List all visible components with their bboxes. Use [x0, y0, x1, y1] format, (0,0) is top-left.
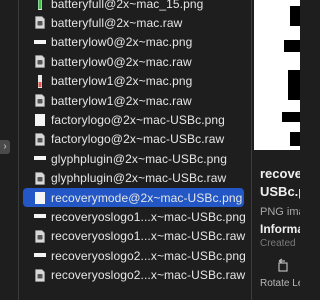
raw-document-icon	[29, 52, 51, 71]
file-name: batterylow0@2x~mac.raw	[51, 54, 192, 69]
white-square-thumbnail-icon	[29, 110, 51, 129]
file-row[interactable]: batterylow1@2x~mac.raw	[19, 91, 245, 110]
file-row[interactable]: factorylogo@2x~mac-USBc.raw	[19, 130, 245, 149]
preview-kind: PNG ima	[260, 206, 300, 218]
file-row[interactable]: batterylow0@2x~mac.raw	[19, 52, 245, 71]
file-row[interactable]: recoveryoslogo2...x~mac-USBc.raw	[19, 266, 245, 285]
rotate-left-icon	[276, 258, 290, 277]
file-name: factorylogo@2x~mac-USBc.raw	[51, 132, 225, 147]
sidebar-strip: ›	[0, 0, 19, 300]
file-row[interactable]: glyphplugin@2x~mac-USBc.png	[19, 149, 245, 168]
file-name: recoveryoslogo1...x~mac-USBc.raw	[51, 229, 246, 244]
file-row[interactable]: batterylow1@2x~mac.png	[19, 72, 245, 91]
file-list: batteryfull@2x~mac_15.png batteryfull@2x~…	[19, 0, 251, 300]
file-row[interactable]: batterylow0@2x~mac.png	[19, 33, 245, 52]
raw-document-icon	[29, 13, 51, 32]
file-row[interactable]: batteryfull@2x~mac_15.png	[19, 0, 245, 13]
raw-document-icon	[29, 169, 51, 188]
file-name: glyphplugin@2x~mac-USBc.png	[51, 151, 227, 166]
white-square-thumbnail-icon	[29, 188, 51, 207]
file-name: batteryfull@2x~mac_15.png	[51, 0, 204, 11]
file-name: batterylow1@2x~mac.raw	[51, 93, 192, 108]
raw-document-icon	[29, 227, 51, 246]
file-name: glyphplugin@2x~mac-USBc.raw	[51, 171, 227, 186]
preview-pane: recover USBc.p PNG ima Informat Created …	[252, 0, 300, 300]
file-row-selected[interactable]: recoverymode@2x~mac-USBc.png	[23, 188, 244, 207]
raw-document-icon	[29, 91, 51, 110]
preview-title-line1: recover	[260, 166, 300, 181]
file-name: batterylow0@2x~mac.png	[51, 35, 193, 50]
preview-image	[254, 0, 300, 150]
rotate-left-label: Rotate Le	[260, 278, 300, 289]
file-name: batteryfull@2x~mac.raw	[51, 15, 183, 30]
file-name: recoveryoslogo2...x~mac-USBc.png	[51, 248, 246, 263]
white-bar-thumbnail-icon	[29, 33, 51, 52]
file-name: recoveryoslogo2...x~mac-USBc.raw	[51, 268, 246, 283]
file-name: recoverymode@2x~mac-USBc.png	[51, 190, 243, 205]
raw-document-icon	[29, 266, 51, 285]
file-row[interactable]: recoveryoslogo1...x~mac-USBc.png	[19, 207, 246, 226]
white-bar-thumbnail-icon	[29, 207, 51, 226]
preview-created-label: Created	[260, 238, 296, 249]
file-row[interactable]: batteryfull@2x~mac.raw	[19, 13, 245, 32]
white-bar-thumbnail-icon	[29, 149, 51, 168]
file-row[interactable]: factorylogo@2x~mac-USBc.png	[19, 110, 245, 129]
file-name: factorylogo@2x~mac-USBc.png	[51, 112, 225, 127]
preview-artwork	[254, 0, 300, 150]
file-row[interactable]: glyphplugin@2x~mac-USBc.raw	[19, 169, 245, 188]
preview-title-line2: USBc.p	[260, 184, 300, 199]
white-bar-thumbnail-icon	[29, 246, 51, 265]
battery-thumbnail-icon	[29, 72, 51, 91]
rotate-left-button[interactable]: Rotate Le	[258, 254, 300, 294]
file-row[interactable]: recoveryoslogo2...x~mac-USBc.png	[19, 246, 246, 265]
raw-document-icon	[29, 130, 51, 149]
preview-information-heading[interactable]: Informat	[260, 222, 300, 236]
finder-window: › batteryfull@2x~mac_15.png batteryfull@2…	[0, 0, 300, 300]
file-name: recoveryoslogo1...x~mac-USBc.png	[51, 209, 246, 224]
battery-thumbnail-icon	[29, 0, 51, 13]
file-row[interactable]: recoveryoslogo1...x~mac-USBc.raw	[19, 227, 245, 246]
file-name: batterylow1@2x~mac.png	[51, 74, 193, 89]
sidebar-collapse-chevron-icon[interactable]: ›	[0, 140, 10, 154]
